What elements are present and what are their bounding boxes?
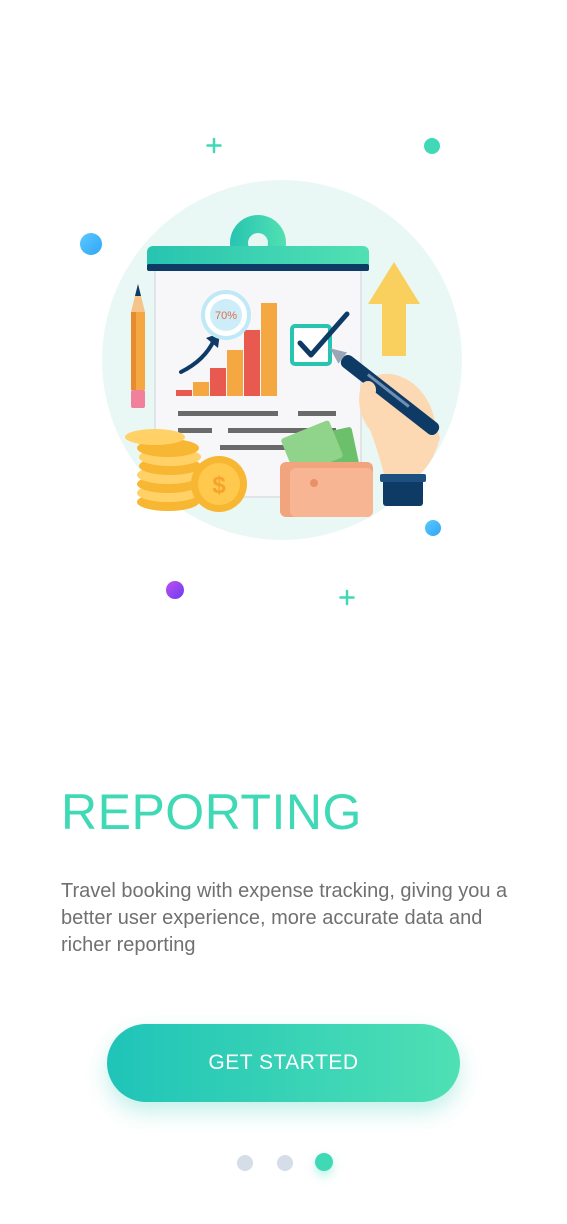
blue-dot-icon (80, 233, 102, 255)
page-title: REPORTING (61, 784, 362, 840)
purple-dot-icon (166, 581, 184, 599)
page-dot[interactable] (277, 1155, 293, 1171)
page-dot[interactable] (237, 1155, 253, 1171)
get-started-button[interactable]: GET STARTED (107, 1024, 460, 1102)
plus-icon (206, 137, 222, 154)
svg-text:$: $ (212, 472, 226, 499)
progress-badge-text: 70% (215, 310, 237, 322)
page-indicator (0, 1152, 567, 1174)
blue-dot-icon (425, 520, 441, 536)
reporting-illustration: 70% $ (80, 137, 462, 606)
green-dot-icon (424, 138, 440, 154)
plus-icon (339, 589, 355, 606)
onboarding-screen: 70% $ REPORTING Travel booking with expe… (0, 0, 567, 1224)
page-description: Travel booking with expense tracking, gi… (61, 880, 508, 956)
page-dot-active[interactable] (315, 1153, 333, 1171)
